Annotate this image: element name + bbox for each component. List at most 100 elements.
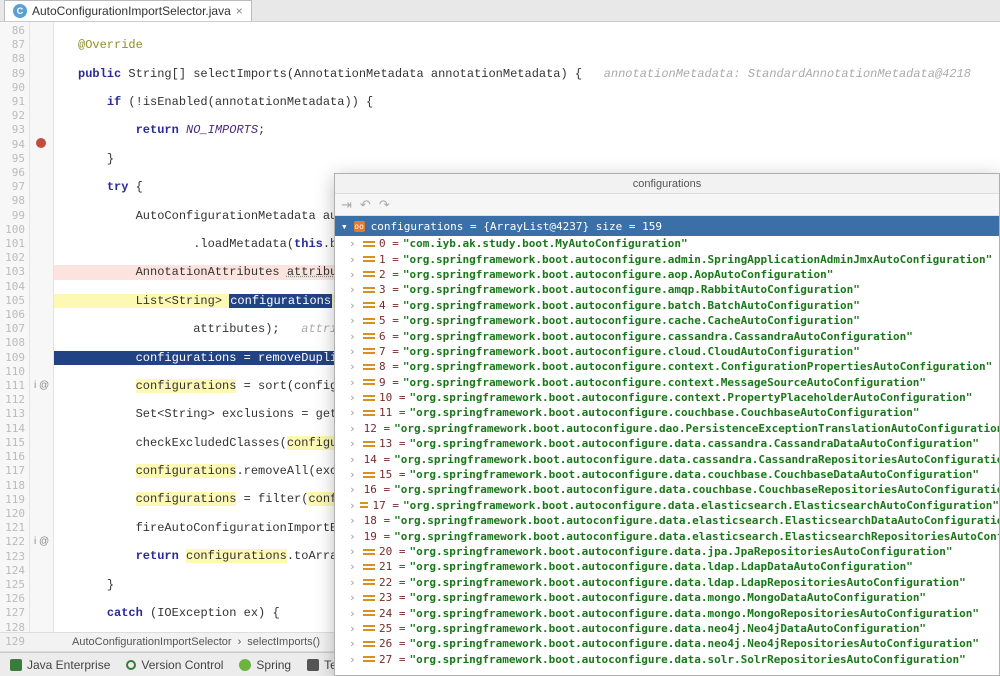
debug-item-row[interactable]: ›0 = "com.iyb.ak.study.boot.MyAutoConfig… (335, 236, 999, 251)
debug-item-row[interactable]: ›19 = "org.springframework.boot.autoconf… (335, 528, 999, 543)
debug-item-row[interactable]: ›10 = "org.springframework.boot.autoconf… (335, 390, 999, 405)
status-label: Version Control (141, 658, 223, 672)
debug-item-row[interactable]: ›11 = "org.springframework.boot.autoconf… (335, 405, 999, 420)
file-tab-active[interactable]: C AutoConfigurationImportSelector.java × (4, 0, 252, 21)
override-gutter-icon[interactable]: i @ (34, 535, 49, 549)
debug-step-icon[interactable]: ⇥ (341, 197, 352, 213)
debug-item-value: "com.iyb.ak.study.boot.MyAutoConfigurati… (403, 237, 688, 250)
array-element-icon (363, 346, 375, 356)
array-element-icon (363, 254, 375, 264)
status-label: Spring (256, 658, 291, 672)
code-line: AnnotationAttributes (136, 265, 287, 279)
debug-back-icon[interactable]: ↶ (360, 197, 371, 213)
debug-item-value: "org.springframework.boot.autoconfigure.… (394, 422, 999, 435)
debug-item-row[interactable]: ›13 = "org.springframework.boot.autoconf… (335, 436, 999, 451)
var-configurations: configurations (136, 492, 237, 506)
debug-item-row[interactable]: ›18 = "org.springframework.boot.autoconf… (335, 513, 999, 528)
keyword: return (136, 549, 186, 563)
debug-item-row[interactable]: ›5 = "org.springframework.boot.autoconfi… (335, 313, 999, 328)
debug-item-index: 4 = (379, 299, 399, 312)
debug-item-row[interactable]: ›1 = "org.springframework.boot.autoconfi… (335, 251, 999, 266)
debug-item-value: "org.springframework.boot.autoconfigure.… (410, 622, 927, 635)
array-element-icon (363, 593, 375, 603)
debug-item-index: 18 = (364, 514, 391, 527)
array-element-icon (363, 393, 375, 403)
chevron-right-icon: › (349, 622, 359, 635)
chevron-right-icon: › (349, 560, 359, 573)
debug-item-row[interactable]: ›12 = "org.springframework.boot.autoconf… (335, 421, 999, 436)
toolwindow-version-control[interactable]: Version Control (126, 658, 223, 672)
debug-item-row[interactable]: ›2 = "org.springframework.boot.autoconfi… (335, 267, 999, 282)
chevron-right-icon: › (349, 591, 359, 604)
debug-item-index: 5 = (379, 314, 399, 327)
debug-item-row[interactable]: ›25 = "org.springframework.boot.autoconf… (335, 621, 999, 636)
debug-item-row[interactable]: ›9 = "org.springframework.boot.autoconfi… (335, 375, 999, 390)
array-element-icon (363, 239, 375, 249)
debug-item-value: "org.springframework.boot.autoconfigure.… (394, 530, 999, 543)
breadcrumb-class[interactable]: AutoConfigurationImportSelector (72, 636, 232, 648)
brace: } (107, 152, 114, 166)
debug-item-value: "org.springframework.boot.autoconfigure.… (410, 607, 980, 620)
code-line: .loadMetadata( (193, 237, 294, 251)
array-element-icon (363, 285, 375, 295)
chevron-right-icon: › (349, 530, 356, 543)
debug-item-row[interactable]: ›15 = "org.springframework.boot.autoconf… (335, 467, 999, 482)
debug-item-index: 24 = (379, 607, 406, 620)
chevron-right-icon: › (349, 253, 359, 266)
editor-tabs: C AutoConfigurationImportSelector.java × (0, 0, 1000, 22)
debug-toolbar: ⇥ ↶ ↷ (335, 194, 999, 216)
debug-item-row[interactable]: ›21 = "org.springframework.boot.autoconf… (335, 559, 999, 574)
debug-item-index: 23 = (379, 591, 406, 604)
var-configurations: configurations (229, 294, 332, 308)
debug-item-value: "org.springframework.boot.autoconfigure.… (410, 637, 980, 650)
array-element-icon (363, 577, 375, 587)
debug-item-row[interactable]: ›16 = "org.springframework.boot.autoconf… (335, 482, 999, 497)
array-element-icon (363, 316, 375, 326)
debug-item-index: 8 = (379, 360, 399, 373)
debug-item-row[interactable]: ›8 = "org.springframework.boot.autoconfi… (335, 359, 999, 374)
override-gutter-icon[interactable]: i @ (34, 379, 49, 393)
debug-forward-icon[interactable]: ↷ (379, 197, 390, 213)
chevron-right-icon: › (349, 514, 356, 527)
chevron-right-icon: › (349, 268, 359, 281)
toolwindow-java-enterprise[interactable]: Java Enterprise (10, 658, 110, 672)
debug-item-row[interactable]: ›7 = "org.springframework.boot.autoconfi… (335, 344, 999, 359)
debug-item-value: "org.springframework.boot.autoconfigure.… (403, 330, 913, 343)
debug-item-row[interactable]: ›14 = "org.springframework.boot.autoconf… (335, 451, 999, 466)
debug-item-list[interactable]: ›0 = "com.iyb.ak.study.boot.MyAutoConfig… (335, 236, 999, 675)
var-configurations: configurations (136, 464, 237, 478)
debug-item-value: "org.springframework.boot.autoconfigure.… (394, 453, 999, 466)
debug-item-row[interactable]: ›20 = "org.springframework.boot.autoconf… (335, 544, 999, 559)
chevron-right-icon: › (349, 437, 359, 450)
chevron-right-icon: › (349, 345, 359, 358)
constant: NO_IMPORTS (186, 123, 258, 137)
debug-root-node[interactable]: ▾ oo configurations = {ArrayList@4237} s… (335, 216, 999, 236)
code-line: checkExcludedClasses( (136, 436, 287, 450)
terminal-icon (307, 659, 319, 671)
debug-item-value: "org.springframework.boot.autoconfigure.… (394, 483, 999, 496)
line-number-gutter: 86 87 88 89 90 91 92 93 94 95 96 97 98 9… (0, 22, 30, 632)
debug-item-row[interactable]: ›3 = "org.springframework.boot.autoconfi… (335, 282, 999, 297)
debug-item-row[interactable]: ›17 = "org.springframework.boot.autoconf… (335, 498, 999, 513)
chevron-right-icon: › (349, 330, 359, 343)
debug-item-row[interactable]: ›6 = "org.springframework.boot.autoconfi… (335, 328, 999, 343)
debug-item-row[interactable]: ›26 = "org.springframework.boot.autoconf… (335, 636, 999, 651)
debug-item-row[interactable]: ›24 = "org.springframework.boot.autoconf… (335, 605, 999, 620)
debug-item-value: "org.springframework.boot.autoconfigure.… (403, 283, 860, 296)
toolwindow-spring[interactable]: Spring (239, 658, 291, 672)
debug-item-row[interactable]: ›22 = "org.springframework.boot.autoconf… (335, 575, 999, 590)
code-line: fireAutoConfigurationImportEven (136, 521, 359, 535)
debug-item-row[interactable]: ›23 = "org.springframework.boot.autoconf… (335, 590, 999, 605)
close-icon[interactable]: × (236, 4, 243, 18)
debug-variable-popup[interactable]: configurations ⇥ ↶ ↷ ▾ oo configurations… (334, 173, 1000, 676)
current-line: configurations = removeDuplicat (136, 351, 359, 365)
breadcrumb-method[interactable]: selectImports() (247, 636, 320, 648)
debug-item-index: 20 = (379, 545, 406, 558)
chevron-right-icon: › (349, 637, 359, 650)
chevron-right-icon: › (349, 453, 356, 466)
debug-item-row[interactable]: ›27 = "org.springframework.boot.autoconf… (335, 652, 999, 667)
debug-item-value: "org.springframework.boot.autoconfigure.… (403, 268, 833, 281)
chevron-right-icon: › (349, 545, 359, 558)
breakpoint-icon[interactable] (36, 138, 46, 148)
debug-item-row[interactable]: ›4 = "org.springframework.boot.autoconfi… (335, 298, 999, 313)
